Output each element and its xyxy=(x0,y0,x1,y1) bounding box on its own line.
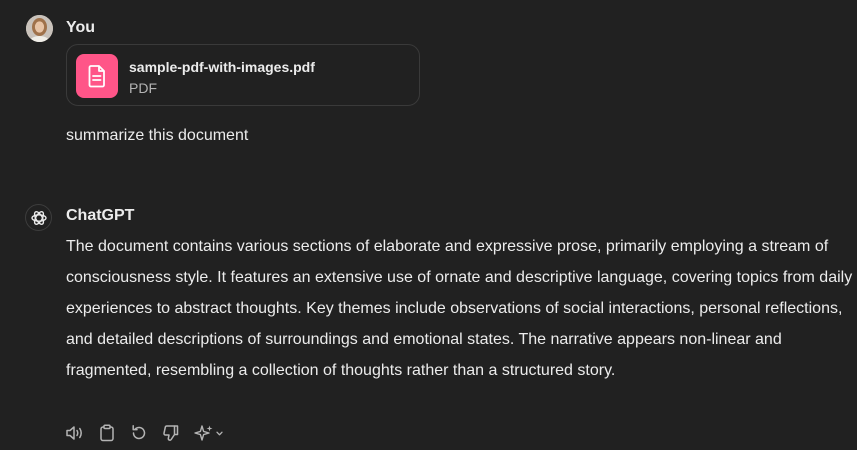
bad-response-button[interactable] xyxy=(160,422,182,444)
assistant-message: The document contains various sections o… xyxy=(66,238,853,379)
refresh-icon xyxy=(132,425,146,440)
openai-logo-icon xyxy=(25,204,52,231)
chevron-down-icon xyxy=(216,431,223,435)
pdf-attachment-card[interactable]: sample-pdf-with-images.pdf PDF xyxy=(66,44,420,106)
clipboard-icon xyxy=(100,424,114,442)
sparkle-icon xyxy=(194,425,213,441)
message-actions xyxy=(64,422,226,444)
attachment-file-type: PDF xyxy=(129,80,157,96)
thumbs-down-icon xyxy=(163,425,179,441)
user-name: You xyxy=(66,19,96,36)
document-icon xyxy=(76,54,118,98)
change-model-button[interactable] xyxy=(192,422,226,444)
user-message: summarize this document xyxy=(66,127,249,144)
assistant-name: ChatGPT xyxy=(66,207,135,224)
user-avatar xyxy=(26,15,53,42)
speaker-icon xyxy=(66,426,82,440)
regenerate-button[interactable] xyxy=(128,422,150,444)
copy-button[interactable] xyxy=(96,422,118,444)
read-aloud-button[interactable] xyxy=(64,422,86,444)
attachment-file-name: sample-pdf-with-images.pdf xyxy=(129,59,315,75)
